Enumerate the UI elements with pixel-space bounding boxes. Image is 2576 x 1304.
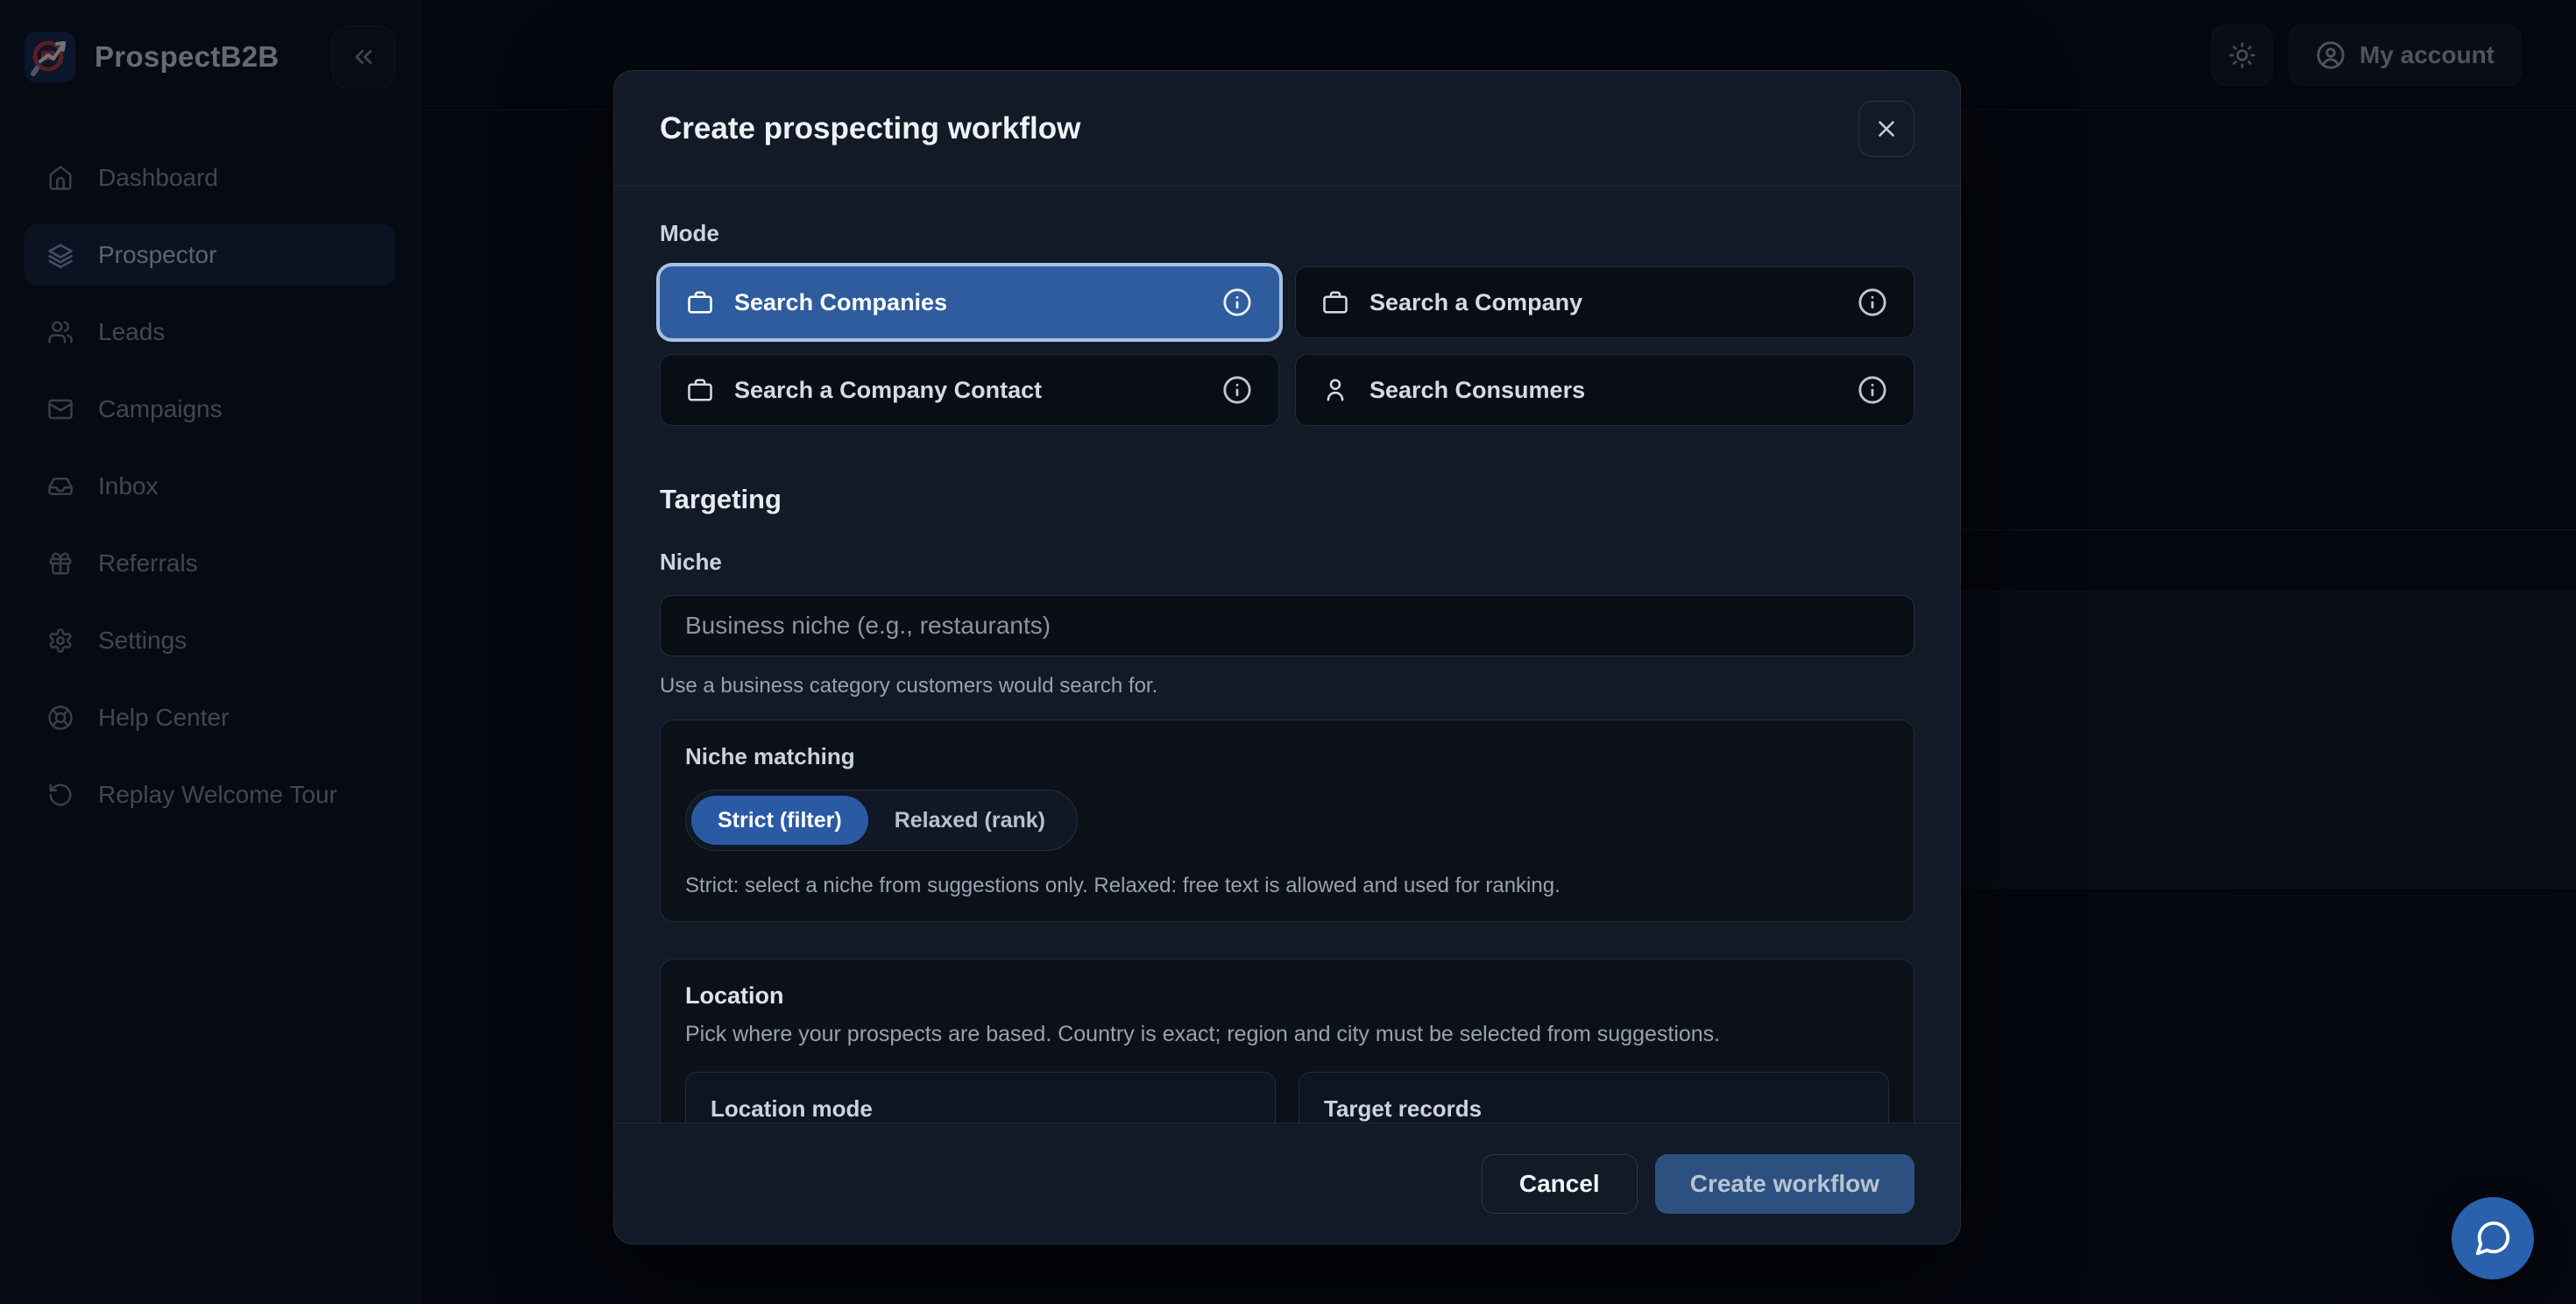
niche-matching-label: Niche matching <box>685 743 1889 770</box>
mode-option-label: Search Companies <box>734 289 947 316</box>
mode-label: Mode <box>660 220 1914 247</box>
info-icon[interactable] <box>1858 287 1887 317</box>
create-workflow-button[interactable]: Create workflow <box>1655 1154 1914 1214</box>
niche-label: Niche <box>660 549 1914 576</box>
location-card: Location Pick where your prospects are b… <box>660 959 1914 1123</box>
info-icon[interactable] <box>1858 375 1887 405</box>
mode-option-search-a-company-contact[interactable]: Search a Company Contact <box>660 354 1279 426</box>
location-heading: Location <box>685 982 1889 1010</box>
close-icon <box>1873 116 1900 142</box>
mode-option-search-companies[interactable]: Search Companies <box>660 266 1279 338</box>
cancel-button[interactable]: Cancel <box>1482 1154 1638 1214</box>
mode-option-label: Search a Company <box>1369 289 1582 316</box>
modal-title: Create prospecting workflow <box>660 111 1080 146</box>
niche-matching-helper: Strict: select a niche from suggestions … <box>685 874 1889 898</box>
niche-helper-text: Use a business category customers would … <box>660 674 1914 698</box>
segment-relaxed-rank[interactable]: Relaxed (rank) <box>868 796 1072 845</box>
mode-option-label: Search Consumers <box>1369 377 1585 404</box>
niche-matching-segmented: Strict (filter) Relaxed (rank) <box>685 790 1078 851</box>
briefcase-icon <box>1322 289 1348 315</box>
info-icon[interactable] <box>1222 375 1252 405</box>
modal-close-button[interactable] <box>1858 101 1914 157</box>
mode-option-label: Search a Company Contact <box>734 377 1042 404</box>
location-mode-label: Location mode <box>711 1095 1250 1123</box>
target-records-subcard: Target records Choose US locations <box>1299 1072 1889 1123</box>
niche-matching-card: Niche matching Strict (filter) Relaxed (… <box>660 719 1914 922</box>
location-description: Pick where your prospects are based. Cou… <box>685 1022 1889 1047</box>
location-subgrid: Location mode Target records Choose US l… <box>685 1072 1889 1123</box>
targeting-heading: Targeting <box>660 484 1914 515</box>
info-icon[interactable] <box>1222 287 1252 317</box>
message-circle-icon <box>2473 1218 2513 1258</box>
segment-strict-filter[interactable]: Strict (filter) <box>691 796 868 845</box>
chat-fab-button[interactable] <box>2452 1197 2534 1279</box>
location-mode-subcard: Location mode <box>685 1072 1276 1123</box>
mode-option-search-a-company[interactable]: Search a Company <box>1295 266 1914 338</box>
modal-body: Mode Search Companies Search a Company S… <box>614 187 1960 1123</box>
modal-header: Create prospecting workflow <box>614 71 1960 187</box>
briefcase-icon <box>687 377 713 403</box>
target-records-label: Target records <box>1324 1095 1864 1123</box>
modal-footer: Cancel Create workflow <box>614 1123 1960 1244</box>
briefcase-icon <box>687 289 713 315</box>
user-icon <box>1322 377 1348 403</box>
mode-options: Search Companies Search a Company Search… <box>660 266 1914 426</box>
mode-option-search-consumers[interactable]: Search Consumers <box>1295 354 1914 426</box>
niche-input[interactable] <box>660 595 1914 656</box>
create-prospecting-workflow-modal: Create prospecting workflow Mode Search … <box>613 70 1961 1244</box>
